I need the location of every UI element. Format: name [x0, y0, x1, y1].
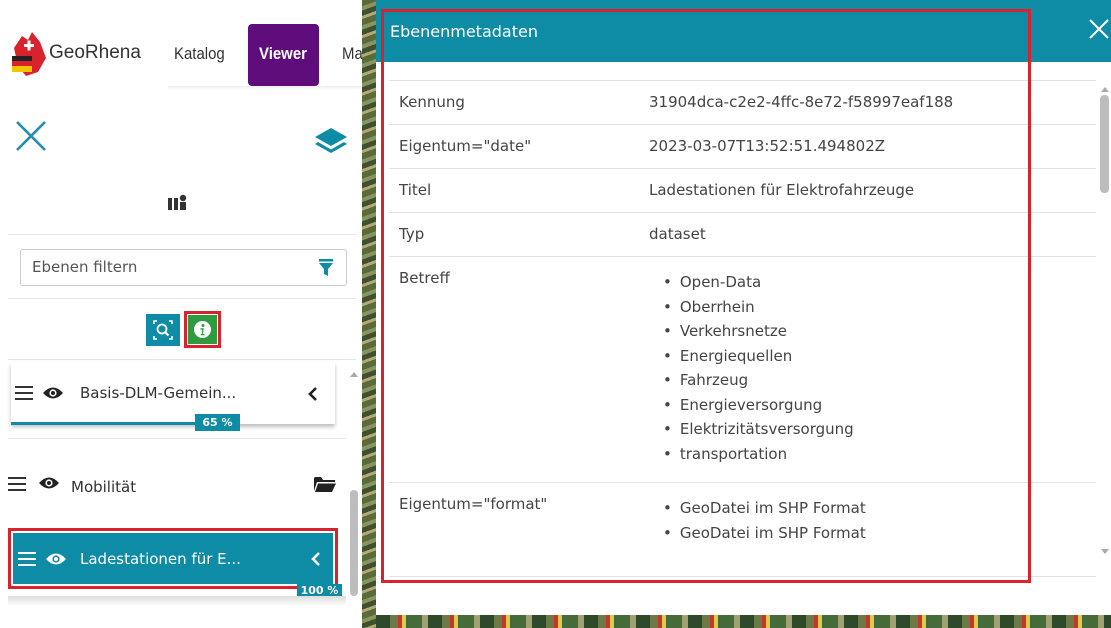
tab-katalog[interactable]: Katalog [174, 44, 225, 64]
layer-metadata-dialog: Ebenenmetadaten Kennung 31904dca-c2e2-4f… [376, 0, 1111, 615]
metadata-value-list: GeoDatei im SHP Format GeoDatei im SHP F… [677, 496, 866, 545]
layer-filter-input[interactable] [32, 258, 302, 276]
metadata-value: 31904dca-c2e2-4ffc-8e72-f58997eaf188 [649, 93, 954, 111]
layer-panel: Basis-DLM-Gemein... 65 % Mobilität [0, 116, 362, 628]
tab-viewer[interactable]: Viewer [248, 24, 319, 86]
zoom-to-layer-button[interactable] [146, 314, 180, 346]
top-navigation: GeoRhena Katalog Viewer Maps [0, 0, 372, 116]
metadata-row: Kennung 31904dca-c2e2-4ffc-8e72-f58997ea… [389, 80, 1096, 124]
panel-shadow [8, 596, 346, 606]
layer-progress-label: 65 % [195, 414, 240, 431]
metadata-value: dataset [649, 225, 706, 243]
info-icon [194, 321, 211, 338]
drag-handle-icon[interactable] [15, 386, 33, 400]
list-item: Energieversorgung [677, 393, 854, 418]
scroll-up-arrow-icon[interactable] [1100, 85, 1110, 93]
map-background[interactable] [362, 0, 376, 628]
metadata-key: Titel [399, 181, 432, 199]
filter-icon[interactable] [319, 259, 333, 277]
metadata-key: Eigentum="date" [399, 137, 532, 155]
divider [8, 298, 356, 299]
list-item: GeoDatei im SHP Format [677, 521, 866, 546]
close-icon[interactable] [1088, 18, 1110, 40]
layer-progress-bar [11, 422, 196, 425]
list-item: Oberrhein [677, 295, 854, 320]
scroll-down-arrow-icon[interactable] [1100, 548, 1110, 556]
drag-handle-icon[interactable] [18, 552, 36, 566]
info-button-highlight [184, 311, 221, 348]
metadata-key: Kennung [399, 93, 465, 111]
divider [8, 359, 356, 360]
list-item: Fahrzeug [677, 368, 854, 393]
metadata-row: Titel Ladestationen für Elektrofahrzeuge [389, 168, 1096, 212]
layers-icon[interactable] [313, 126, 349, 156]
chevron-left-icon[interactable] [311, 552, 321, 566]
layer-group-label: Mobilität [71, 478, 137, 496]
eye-icon[interactable] [42, 386, 64, 400]
divider [8, 234, 356, 235]
list-item: Open-Data [677, 270, 854, 295]
divider [8, 438, 346, 439]
metadata-row: Eigentum="format" GeoDatei im SHP Format… [389, 482, 1096, 577]
list-item: Elektrizitätsversorgung [677, 417, 854, 442]
eye-icon[interactable] [38, 476, 60, 490]
layer-item-ladestationen[interactable]: Ladestationen für E... [13, 533, 333, 584]
folder-open-icon[interactable] [314, 476, 336, 492]
layer-filter-field[interactable] [20, 249, 347, 286]
tab-viewer-label: Viewer [259, 44, 307, 63]
map-background[interactable] [376, 615, 1111, 628]
nav-divider [168, 86, 368, 90]
metadata-value-list: Open-Data Oberrhein Verkehrsnetze Energi… [677, 270, 854, 466]
eye-icon[interactable] [45, 552, 67, 566]
dialog-scrollbar-thumb[interactable] [1100, 95, 1109, 193]
zoom-extent-icon [153, 320, 173, 340]
metadata-row: Eigentum="date" 2023-03-07T13:52:51.4948… [389, 124, 1096, 168]
scroll-up-arrow-icon[interactable] [349, 370, 359, 378]
list-item: transportation [677, 442, 854, 467]
metadata-key: Betreff [399, 269, 450, 287]
layer-label: Ladestationen für E... [80, 550, 241, 568]
georhena-logo-icon[interactable] [10, 22, 50, 82]
metadata-key: Typ [399, 225, 425, 243]
metadata-value: 2023-03-07T13:52:51.494802Z [649, 137, 886, 155]
selected-layer-highlight: Ladestationen für E... [8, 528, 338, 589]
list-item: GeoDatei im SHP Format [677, 496, 866, 521]
metadata-key: Eigentum="format" [399, 495, 548, 513]
list-item: Energiequellen [677, 344, 854, 369]
map-marker-icon[interactable] [168, 194, 188, 210]
dialog-title: Ebenenmetadaten [390, 22, 538, 41]
drag-handle-icon[interactable] [8, 477, 26, 491]
dialog-header: Ebenenmetadaten [376, 0, 1111, 62]
layer-item-basis-dlm[interactable]: Basis-DLM-Gemein... [11, 362, 335, 424]
panel-scrollbar-thumb[interactable] [350, 490, 358, 596]
layer-info-button[interactable] [188, 315, 217, 344]
layer-label: Basis-DLM-Gemein... [80, 384, 237, 402]
metadata-row: Betreff Open-Data Oberrhein Verkehrsnetz… [389, 256, 1096, 482]
close-icon[interactable] [14, 119, 48, 153]
metadata-row: Typ dataset [389, 212, 1096, 256]
list-item: Verkehrsnetze [677, 319, 854, 344]
metadata-value: Ladestationen für Elektrofahrzeuge [649, 181, 915, 199]
chevron-left-icon[interactable] [308, 387, 318, 401]
brand-name[interactable]: GeoRhena [49, 42, 141, 64]
